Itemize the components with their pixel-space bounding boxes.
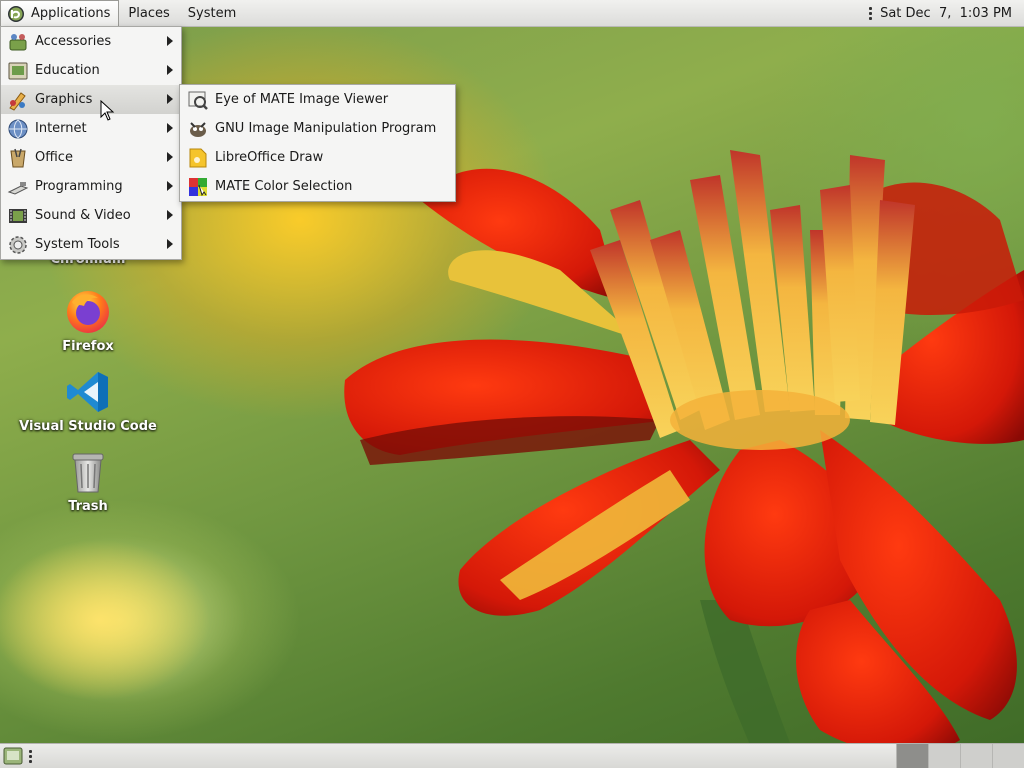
menu-item-label: Accessories xyxy=(35,34,112,49)
menu-item-mate-color-selection[interactable]: MATE Color Selection xyxy=(180,172,455,201)
education-icon xyxy=(8,62,28,79)
desktop-icon-label: Trash xyxy=(68,499,108,514)
menu-item-graphics[interactable]: Graphics xyxy=(1,85,181,114)
system-menu-button[interactable]: System xyxy=(179,0,245,26)
panel-handle-icon[interactable] xyxy=(869,6,873,20)
submenu-arrow-icon xyxy=(167,94,173,104)
menu-item-system-tools[interactable]: System Tools xyxy=(1,230,181,259)
submenu-arrow-icon xyxy=(167,65,173,75)
menu-item-label: GNU Image Manipulation Program xyxy=(215,121,437,136)
menu-item-label: Sound & Video xyxy=(35,208,131,223)
gimp-icon xyxy=(190,121,206,137)
sound-video-icon xyxy=(9,208,27,223)
menu-item-programming[interactable]: Programming xyxy=(1,172,181,201)
menu-item-label: Office xyxy=(35,150,73,165)
menu-item-label: Education xyxy=(35,63,100,78)
menu-item-libreoffice-draw[interactable]: LibreOffice Draw xyxy=(180,143,455,172)
mouse-cursor-icon xyxy=(100,100,115,121)
submenu-arrow-icon xyxy=(167,36,173,46)
applications-menu-button[interactable]: Applications xyxy=(0,0,120,26)
menu-item-label: System Tools xyxy=(35,237,120,252)
places-label: Places xyxy=(128,5,170,21)
menu-item-office[interactable]: Office xyxy=(1,143,181,172)
submenu-arrow-icon xyxy=(167,152,173,162)
submenu-arrow-icon xyxy=(167,239,173,249)
trash-icon xyxy=(72,453,104,493)
desktop-icon-label: Firefox xyxy=(62,339,114,354)
system-label: System xyxy=(187,5,237,21)
menu-item-label: Eye of MATE Image Viewer xyxy=(215,92,389,107)
places-menu-button[interactable]: Places xyxy=(119,0,178,26)
system-tools-icon xyxy=(9,235,27,254)
workspace-switcher xyxy=(896,744,1024,768)
accessories-icon xyxy=(9,33,27,50)
workspace-1[interactable] xyxy=(896,744,928,768)
workspace-2[interactable] xyxy=(928,744,960,768)
internet-icon xyxy=(8,119,28,138)
menu-item-accessories[interactable]: Accessories xyxy=(1,27,181,56)
menu-item-gimp[interactable]: GNU Image Manipulation Program xyxy=(180,114,455,143)
menu-item-label: Programming xyxy=(35,179,123,194)
office-icon xyxy=(10,148,26,167)
mate-logo-icon xyxy=(8,5,24,22)
applications-menu: Accessories Education Graphics Internet … xyxy=(0,26,182,260)
panel-handle-icon[interactable] xyxy=(29,749,32,763)
graphics-submenu: Eye of MATE Image Viewer GNU Image Manip… xyxy=(179,84,456,202)
graphics-icon xyxy=(9,91,26,111)
desktop-icon-trash[interactable]: Trash xyxy=(18,448,158,514)
submenu-arrow-icon xyxy=(167,210,173,220)
menu-item-label: Graphics xyxy=(35,92,93,107)
programming-icon xyxy=(7,181,29,195)
menu-item-internet[interactable]: Internet xyxy=(1,114,181,143)
menu-item-education[interactable]: Education xyxy=(1,56,181,85)
libreoffice-draw-icon xyxy=(189,148,207,167)
top-panel: Applications Places System Sat Dec 7, 1:… xyxy=(0,0,1024,27)
color-selection-icon xyxy=(189,177,207,196)
show-desktop-icon[interactable] xyxy=(3,747,23,765)
desktop-icon-vscode[interactable]: Visual Studio Code xyxy=(18,368,158,434)
menu-item-sound-video[interactable]: Sound & Video xyxy=(1,201,181,230)
menu-item-label: Internet xyxy=(35,121,87,136)
firefox-icon xyxy=(67,291,109,333)
submenu-arrow-icon xyxy=(167,181,173,191)
bottom-panel xyxy=(0,743,1024,768)
vscode-icon xyxy=(67,372,108,412)
applications-label: Applications xyxy=(31,6,111,21)
workspace-4[interactable] xyxy=(992,744,1024,768)
workspace-3[interactable] xyxy=(960,744,992,768)
menu-item-eye-of-mate[interactable]: Eye of MATE Image Viewer xyxy=(180,85,455,114)
menu-item-label: MATE Color Selection xyxy=(215,179,353,194)
panel-right-area: Sat Dec 7, 1:03 PM xyxy=(869,6,1024,21)
desktop-icon-firefox[interactable]: Firefox xyxy=(18,288,158,354)
desktop-icon-label: Visual Studio Code xyxy=(19,419,157,434)
menu-item-label: LibreOffice Draw xyxy=(215,150,324,165)
image-viewer-icon xyxy=(188,91,208,110)
clock[interactable]: Sat Dec 7, 1:03 PM xyxy=(880,6,1012,21)
submenu-arrow-icon xyxy=(167,123,173,133)
